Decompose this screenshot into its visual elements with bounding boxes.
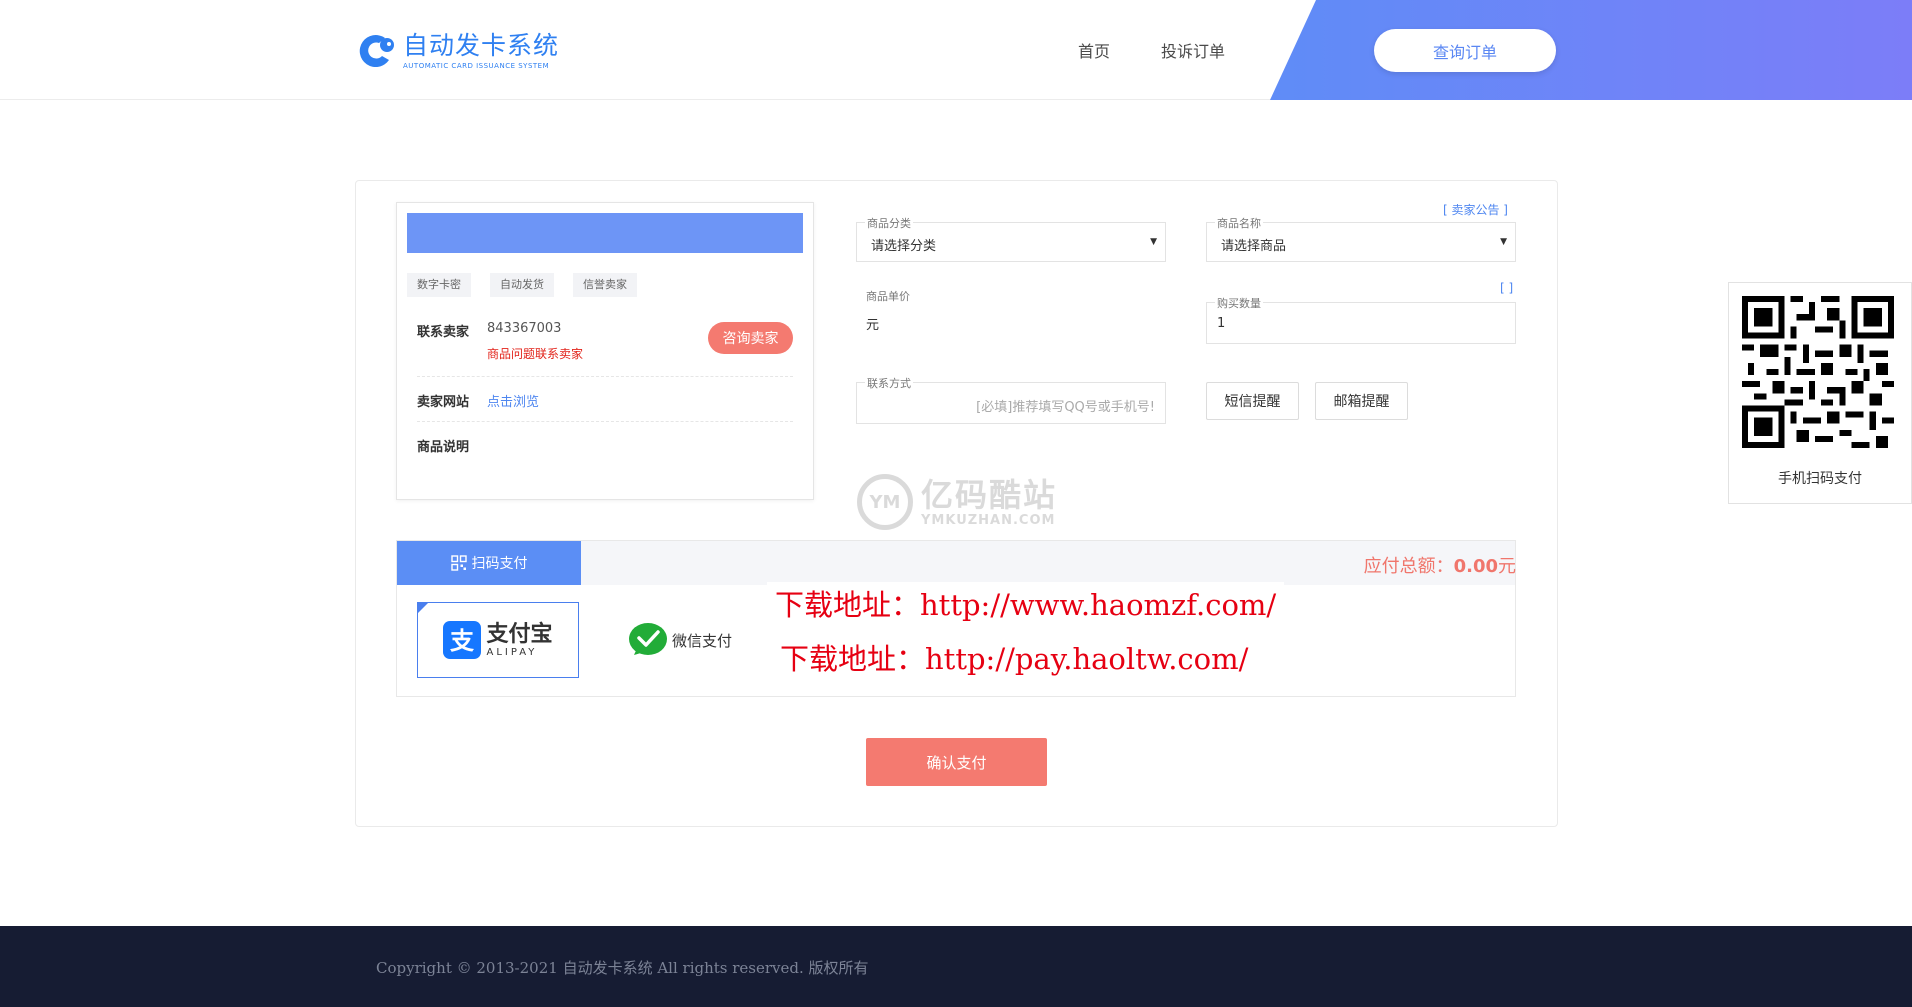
tag-auto-delivery: 自动发货 bbox=[490, 273, 554, 297]
confirm-pay-button[interactable]: 确认支付 bbox=[866, 738, 1047, 786]
sms-remind-button[interactable]: 短信提醒 bbox=[1206, 382, 1299, 420]
watermark-en: YMKUZHAN.COM bbox=[921, 512, 1056, 528]
contact-seller-value: 843367003 bbox=[487, 321, 562, 336]
header-gradient-decoration bbox=[1270, 0, 1912, 100]
product-value: 请选择商品 bbox=[1221, 239, 1287, 254]
site-logo[interactable]: 自动发卡系统 AUTOMATIC CARD ISSUANCE SYSTEM bbox=[355, 27, 559, 75]
query-order-button[interactable]: 查询订单 bbox=[1374, 29, 1556, 72]
divider bbox=[417, 421, 793, 422]
footer bbox=[0, 926, 1912, 1007]
watermark-logo-icon: YM bbox=[857, 474, 913, 530]
chevron-down-icon: ▼ bbox=[1150, 237, 1157, 247]
download-url-line-1: 下载地址：http://www.haomzf.com/ bbox=[767, 582, 1285, 624]
category-value: 请选择分类 bbox=[871, 239, 937, 254]
consult-seller-button[interactable]: 咨询卖家 bbox=[708, 322, 793, 354]
category-label: 商品分类 bbox=[865, 215, 913, 231]
total-value: 0.00 bbox=[1453, 556, 1498, 577]
price-label: 商品单价 bbox=[864, 288, 912, 304]
nav-complaint-order[interactable]: 投诉订单 bbox=[1161, 38, 1225, 62]
total-amount: 应付总额：0.00元 bbox=[1364, 552, 1516, 578]
divider bbox=[417, 376, 793, 377]
category-select[interactable]: 商品分类 请选择分类 ▼ bbox=[856, 215, 1166, 262]
contact-label: 联系方式 bbox=[865, 375, 913, 391]
total-label: 应付总额： bbox=[1363, 556, 1454, 577]
price-value: 元 bbox=[866, 318, 880, 333]
contact-placeholder: [必填]推荐填写QQ号或手机号! bbox=[976, 400, 1155, 415]
qr-caption: 手机扫码支付 bbox=[1778, 471, 1862, 487]
contact-seller-label: 联系卖家 bbox=[417, 325, 470, 340]
qrcode-icon bbox=[450, 555, 467, 571]
alipay-option[interactable]: 支 支付宝 ALIPAY bbox=[417, 602, 579, 678]
watermark-cn: 亿码酷站 bbox=[921, 475, 1058, 514]
contact-seller-note: 商品问题联系卖家 bbox=[487, 347, 584, 361]
wechat-pay-icon bbox=[628, 623, 667, 655]
product-label: 商品名称 bbox=[1215, 215, 1263, 231]
nav-home[interactable]: 首页 bbox=[1078, 38, 1110, 62]
email-remind-button[interactable]: 邮箱提醒 bbox=[1315, 382, 1408, 420]
wechat-pay-option[interactable]: 微信支付 bbox=[620, 602, 740, 678]
quantity-value: 1 bbox=[1217, 316, 1226, 331]
logo-subtitle: AUTOMATIC CARD ISSUANCE SYSTEM bbox=[403, 62, 550, 70]
selected-corner-marker bbox=[417, 602, 429, 614]
total-unit: 元 bbox=[1498, 556, 1516, 577]
tab-scan-pay-label: 扫码支付 bbox=[471, 556, 528, 572]
alipay-label: 支付宝 bbox=[486, 621, 553, 647]
tab-scan-pay[interactable]: 扫码支付 bbox=[397, 541, 581, 585]
svg-text:支: 支 bbox=[450, 627, 475, 655]
download-url-line-2: 下载地址：http://pay.haoltw.com/ bbox=[772, 636, 1257, 678]
product-description-label: 商品说明 bbox=[417, 440, 470, 455]
tag-digital-card: 数字卡密 bbox=[407, 273, 471, 297]
logo-title: 自动发卡系统 bbox=[403, 31, 560, 60]
price-display: 商品单价 元 bbox=[856, 288, 1166, 336]
seller-site-label: 卖家网站 bbox=[417, 395, 470, 410]
stock-indicator: [ ] bbox=[1500, 281, 1514, 295]
tag-trusted-seller: 信誉卖家 bbox=[573, 273, 637, 297]
contact-input[interactable]: 联系方式 [必填]推荐填写QQ号或手机号! bbox=[856, 375, 1166, 424]
qr-code-icon bbox=[1742, 296, 1894, 448]
product-select[interactable]: 商品名称 请选择商品 ▼ bbox=[1206, 215, 1516, 262]
seller-site-link[interactable]: 点击浏览 bbox=[487, 391, 539, 410]
alipay-label-en: ALIPAY bbox=[486, 646, 538, 658]
seller-banner bbox=[407, 213, 803, 253]
quantity-input[interactable]: 购买数量 1 bbox=[1206, 295, 1516, 344]
wechat-pay-label: 微信支付 bbox=[671, 631, 732, 650]
copyright-text: Copyright © 2013-2021 自动发卡系统 All rights … bbox=[376, 959, 869, 977]
site-watermark: YM 亿码酷站 YMKUZHAN.COM bbox=[857, 474, 1057, 530]
alipay-icon: 支 bbox=[443, 621, 482, 659]
logo-c-icon bbox=[359, 35, 394, 68]
seller-notice-link[interactable]: [ 卖家公告 ] bbox=[1443, 201, 1508, 218]
chevron-down-icon: ▼ bbox=[1500, 237, 1507, 247]
quantity-label: 购买数量 bbox=[1215, 295, 1263, 311]
